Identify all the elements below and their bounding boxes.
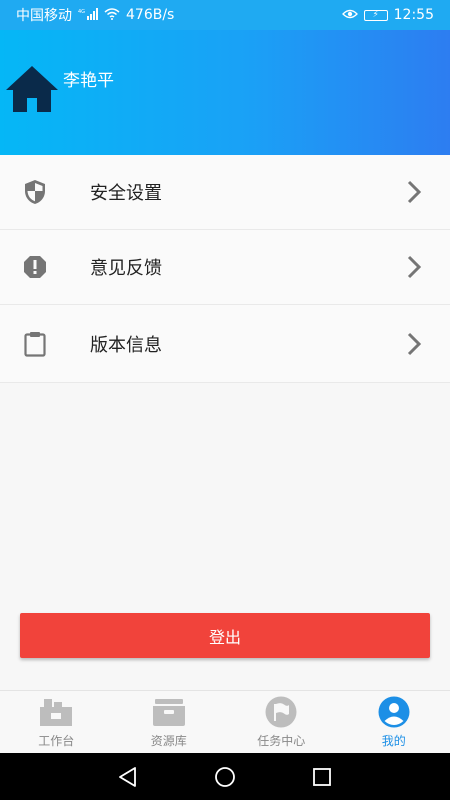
tab-workbench[interactable]: 工作台 [0, 691, 113, 753]
network-speed: 476B/s [126, 7, 175, 23]
menu-item-feedback[interactable]: 意见反馈 [0, 230, 450, 305]
settings-menu: 安全设置 意见反馈 版本信息 [0, 155, 450, 383]
profile-header: 李艳平 [0, 30, 450, 155]
bottom-tab-bar: 工作台 资源库 任务中心 我的 [0, 690, 450, 753]
signal-icon: 4G [78, 8, 98, 22]
alert-icon [22, 254, 48, 280]
tab-mine[interactable]: 我的 [338, 691, 450, 753]
shield-icon [22, 179, 48, 205]
status-right: ⚡ 12:55 [341, 7, 434, 23]
tab-label-resources: 资源库 [150, 734, 187, 748]
menu-label-version: 版本信息 [90, 334, 162, 356]
logout-button[interactable]: 登出 [20, 613, 430, 658]
chevron-right-icon [407, 180, 422, 204]
status-bar: 中国移动 4G 476B/s ⚡ 12:55 [0, 0, 450, 30]
menu-label-feedback: 意见反馈 [90, 258, 162, 279]
menu-label-security: 安全设置 [90, 183, 162, 204]
wifi-icon [104, 8, 120, 22]
tab-label-tasks: 任务中心 [257, 734, 306, 748]
eye-icon [341, 8, 358, 22]
chevron-right-icon [407, 255, 422, 279]
user-name: 李艳平 [63, 71, 114, 91]
recents-icon[interactable] [310, 765, 334, 789]
archive-icon [152, 696, 186, 728]
battery-icon: ⚡ [363, 9, 388, 21]
tab-label-workbench: 工作台 [38, 734, 75, 748]
menu-item-security[interactable]: 安全设置 [0, 155, 450, 230]
clock-label: 12:55 [393, 7, 434, 23]
flag-icon [264, 696, 298, 728]
tab-tasks[interactable]: 任务中心 [225, 691, 338, 753]
status-left: 中国移动 4G 476B/s [16, 5, 174, 25]
app-screen: 中国移动 4G 476B/s ⚡ 12:55 李艳平 安全设置 意见反馈 版本信… [0, 0, 450, 800]
network-label: 4G [78, 9, 85, 15]
person-icon [377, 696, 411, 728]
menu-item-version[interactable]: 版本信息 [0, 305, 450, 383]
home-icon [6, 66, 58, 112]
system-nav-bar [0, 753, 450, 800]
back-icon[interactable] [116, 765, 140, 789]
home-circle-icon[interactable] [213, 765, 237, 789]
workbench-icon [39, 696, 73, 728]
clipboard-icon [22, 331, 48, 357]
chevron-right-icon [407, 332, 422, 355]
carrier-label: 中国移动 [16, 8, 72, 24]
tab-resources[interactable]: 资源库 [113, 691, 226, 753]
tab-label-mine: 我的 [381, 734, 406, 748]
